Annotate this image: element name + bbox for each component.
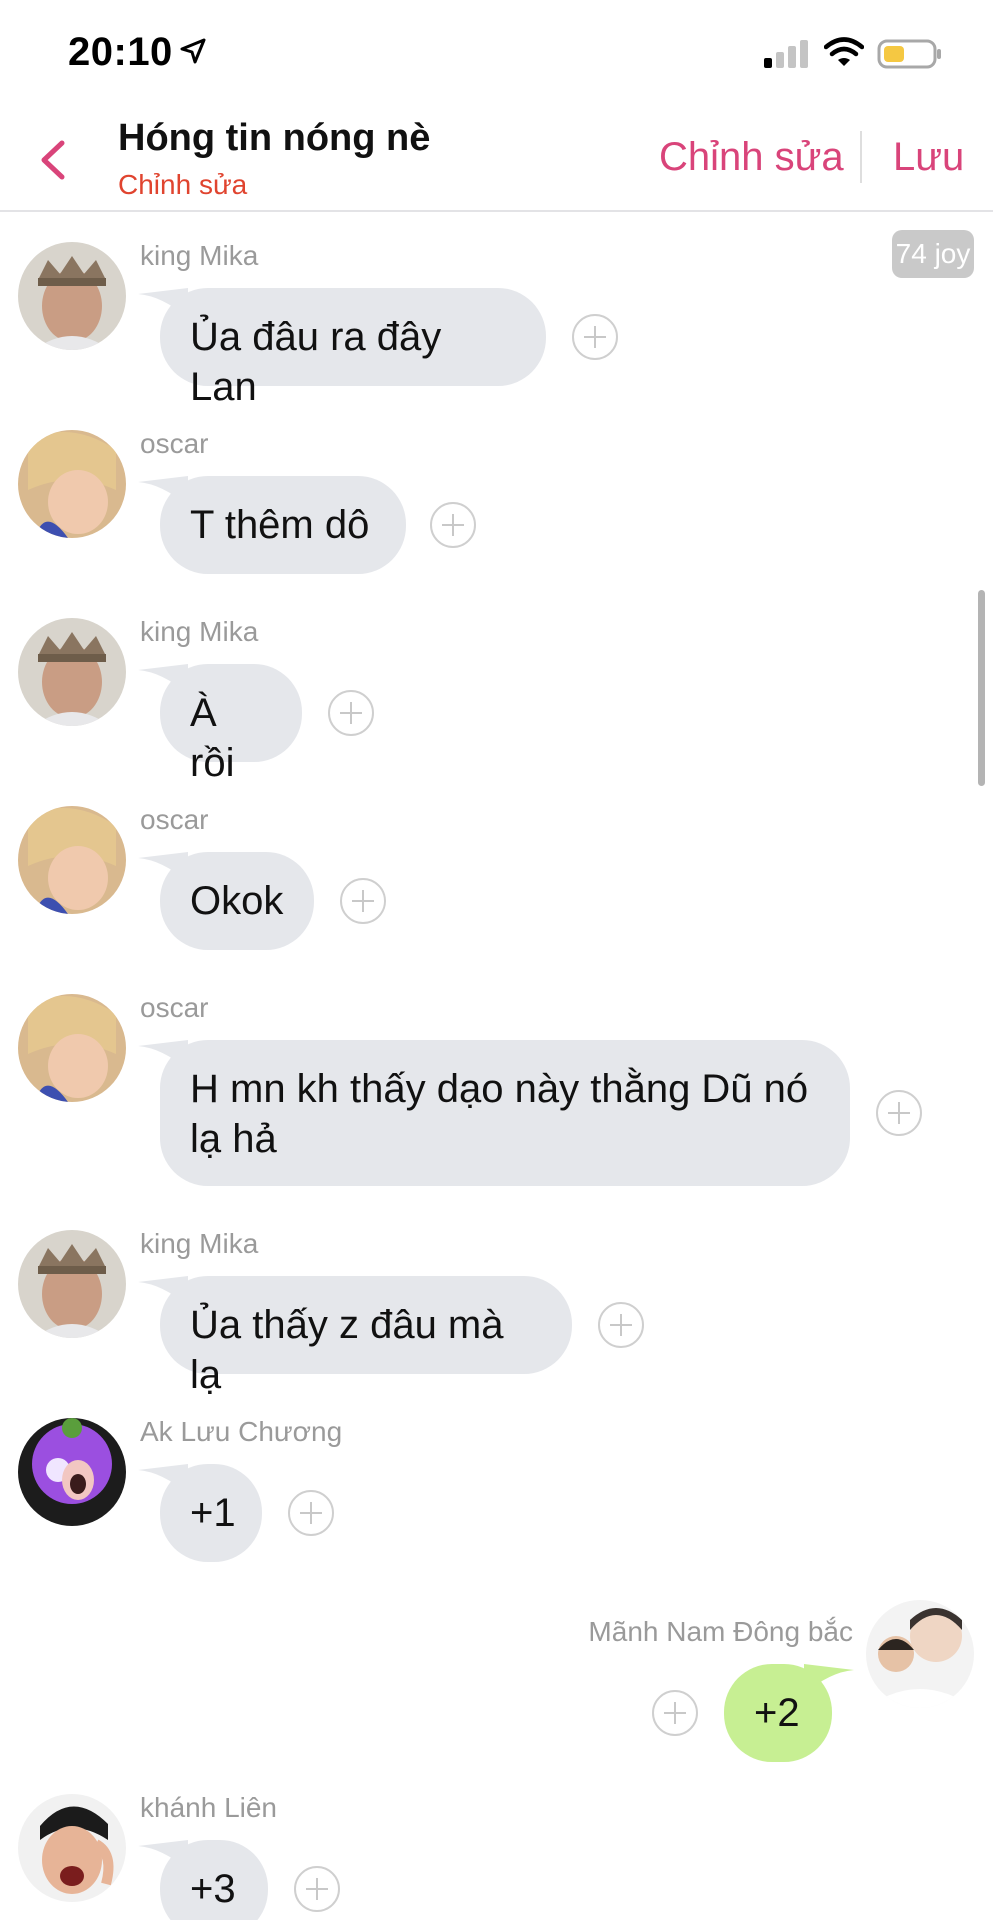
message-bubble[interactable]: +3 (138, 1840, 268, 1920)
edit-button[interactable]: Chỉnh sửa (659, 135, 844, 180)
sender-name: Ak Lưu Chương (140, 1416, 343, 1447)
message-text: +3 (190, 1867, 236, 1911)
add-reaction-button[interactable] (328, 690, 374, 736)
message-bubble[interactable]: Okok (138, 852, 314, 950)
sender-name: king Mika (140, 240, 259, 271)
wifi-icon (824, 37, 864, 66)
avatar-king-mika[interactable] (18, 242, 126, 350)
add-reaction-button[interactable] (598, 1302, 644, 1348)
add-reaction-button[interactable] (652, 1690, 698, 1736)
back-chevron-icon[interactable] (34, 135, 74, 185)
add-reaction-button[interactable] (294, 1866, 340, 1912)
sender-name: khánh Liên (140, 1792, 278, 1823)
avatar-ak-luu-chuong[interactable] (18, 1418, 126, 1526)
add-reaction-button[interactable] (288, 1490, 334, 1536)
message-bubble[interactable]: À rồi (138, 664, 302, 785)
cellular-signal-icon (764, 40, 808, 68)
message-text: Ủa thấy z đâu mà lạ (190, 1303, 504, 1397)
status-time: 20:10 (68, 30, 173, 74)
avatar-king-mika[interactable] (18, 1230, 126, 1338)
message-bubble[interactable]: Ủa đâu ra đây Lan (138, 288, 546, 409)
message-bubble[interactable]: Ủa thấy z đâu mà lạ (138, 1276, 572, 1397)
avatar-manh-nam-dong-bac[interactable] (866, 1600, 974, 1708)
message-text: À rồi (190, 691, 235, 785)
sender-name: oscar (140, 428, 209, 459)
sender-name: Mãnh Nam Đông bắc (588, 1616, 853, 1647)
message-text: +1 (190, 1491, 236, 1535)
sender-name: king Mika (140, 616, 259, 647)
joy-badge: 74 joy (892, 230, 974, 278)
status-bar: 20:10 (0, 0, 993, 105)
avatar-oscar[interactable] (18, 994, 126, 1102)
avatar-king-mika[interactable] (18, 618, 126, 726)
avatar-oscar[interactable] (18, 430, 126, 538)
avatar-khanh-lien[interactable] (18, 1794, 126, 1902)
location-arrow-icon (180, 38, 206, 64)
message-feed[interactable]: 74 joy king Mika Ủa đâu ra đây Lan oscar… (0, 212, 993, 1920)
header-divider (860, 131, 862, 183)
message-text: Ủa đâu ra đây Lan (190, 315, 442, 409)
sender-name: oscar (140, 992, 209, 1023)
message-bubble[interactable]: +2 (724, 1664, 854, 1762)
chat-header: Hóng tin nóng nè Chỉnh sửa Chỉnh sửa Lưu (0, 105, 993, 212)
add-reaction-button[interactable] (430, 502, 476, 548)
message-text: +2 (754, 1691, 800, 1735)
message-bubble[interactable]: T thêm dô (138, 476, 406, 574)
add-reaction-button[interactable] (340, 878, 386, 924)
sender-name: oscar (140, 804, 209, 835)
chat-subtitle[interactable]: Chỉnh sửa (118, 169, 247, 201)
avatar-oscar[interactable] (18, 806, 126, 914)
message-text: Okok (190, 879, 284, 923)
scrollbar[interactable] (978, 590, 985, 786)
message-text: T thêm dô (190, 503, 370, 547)
message-bubble[interactable]: H mn kh thấy dạo này thằng Dũ nó lạ hả (138, 1040, 850, 1186)
add-reaction-button[interactable] (572, 314, 618, 360)
message-text: H mn kh thấy dạo này thằng Dũ nó lạ hả (190, 1067, 809, 1161)
chat-title: Hóng tin nóng nè (118, 117, 431, 159)
save-button[interactable]: Lưu (893, 135, 964, 180)
battery-icon (877, 39, 941, 69)
add-reaction-button[interactable] (876, 1090, 922, 1136)
message-bubble[interactable]: +1 (138, 1464, 262, 1562)
sender-name: king Mika (140, 1228, 259, 1259)
